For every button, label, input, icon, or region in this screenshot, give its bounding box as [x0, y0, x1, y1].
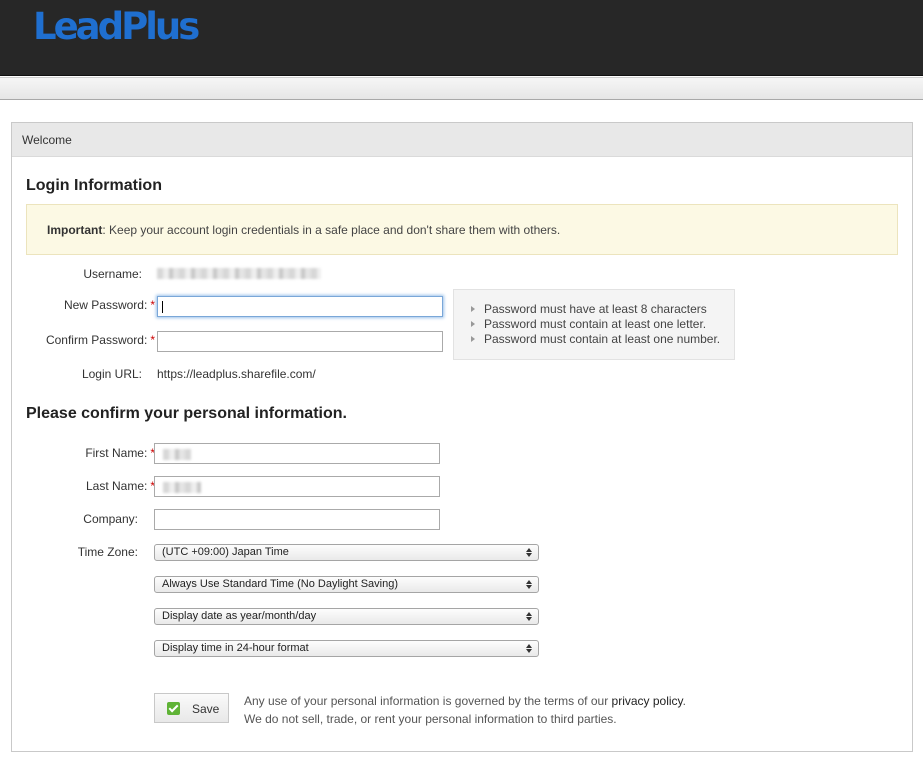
required-marker: * [150, 298, 155, 312]
daylight-saving-select[interactable]: Always Use Standard Time (No Daylight Sa… [154, 576, 539, 593]
company-input[interactable] [154, 509, 440, 530]
password-rule: Password must contain at least one lette… [469, 317, 734, 332]
up-down-arrows-icon [526, 643, 532, 654]
triangle-right-icon [471, 321, 475, 327]
confirm-password-label: Confirm Password: * [45, 333, 155, 347]
login-url-value: https://leadplus.sharefile.com/ [157, 367, 316, 381]
new-password-input[interactable] [157, 296, 443, 317]
triangle-right-icon [471, 306, 475, 312]
notice-text: : Keep your account login credentials in… [102, 223, 561, 237]
required-marker: * [150, 333, 155, 347]
triangle-right-icon [471, 336, 475, 342]
password-rule: Password must contain at least one numbe… [469, 332, 734, 347]
text-caret [162, 301, 163, 313]
privacy-policy-link[interactable]: privacy policy [612, 694, 683, 708]
personal-information-heading: Please confirm your personal information… [26, 405, 347, 422]
app-header: LeadPlus [0, 0, 923, 76]
privacy-notice-line2: We do not sell, trade, or rent your pers… [244, 712, 617, 726]
login-url-label: Login URL: [81, 367, 142, 381]
sub-navigation-bar [0, 77, 923, 100]
first-name-input[interactable] [154, 443, 440, 464]
last-name-label: Last Name: * [85, 479, 155, 493]
password-rule: Password must have at least 8 characters [469, 302, 734, 317]
up-down-arrows-icon [526, 579, 532, 590]
privacy-notice: Any use of your personal information is … [244, 692, 686, 728]
notice-label: Important [47, 223, 103, 237]
privacy-notice-line1: Any use of your personal information is … [244, 694, 687, 708]
new-password-label: New Password: * [63, 298, 155, 312]
password-requirements-box: Password must have at least 8 characters… [453, 289, 735, 360]
up-down-arrows-icon [526, 611, 532, 622]
time-zone-label: Time Zone: [77, 545, 138, 559]
login-information-heading: Login Information [26, 177, 162, 194]
save-button[interactable]: Save [154, 693, 229, 723]
username-label: Username: [83, 267, 142, 281]
company-label: Company: [83, 512, 138, 526]
username-value-redacted [157, 268, 321, 279]
up-down-arrows-icon [526, 547, 532, 558]
date-format-select[interactable]: Display date as year/month/day [154, 608, 539, 625]
confirm-password-input[interactable] [157, 331, 443, 352]
time-format-select[interactable]: Display time in 24-hour format [154, 640, 539, 657]
first-name-value-redacted [163, 449, 191, 460]
time-zone-select[interactable]: (UTC +09:00) Japan Time [154, 544, 539, 561]
welcome-panel: Welcome Login Information Important: Kee… [11, 122, 913, 752]
important-notice: Important: Keep your account login crede… [26, 204, 898, 255]
last-name-value-redacted [163, 482, 201, 493]
panel-title: Welcome [12, 123, 912, 157]
last-name-input[interactable] [154, 476, 440, 497]
leadplus-logo[interactable]: LeadPlus [33, 8, 200, 45]
first-name-label: First Name: * [85, 446, 155, 460]
checkmark-icon [167, 702, 180, 715]
